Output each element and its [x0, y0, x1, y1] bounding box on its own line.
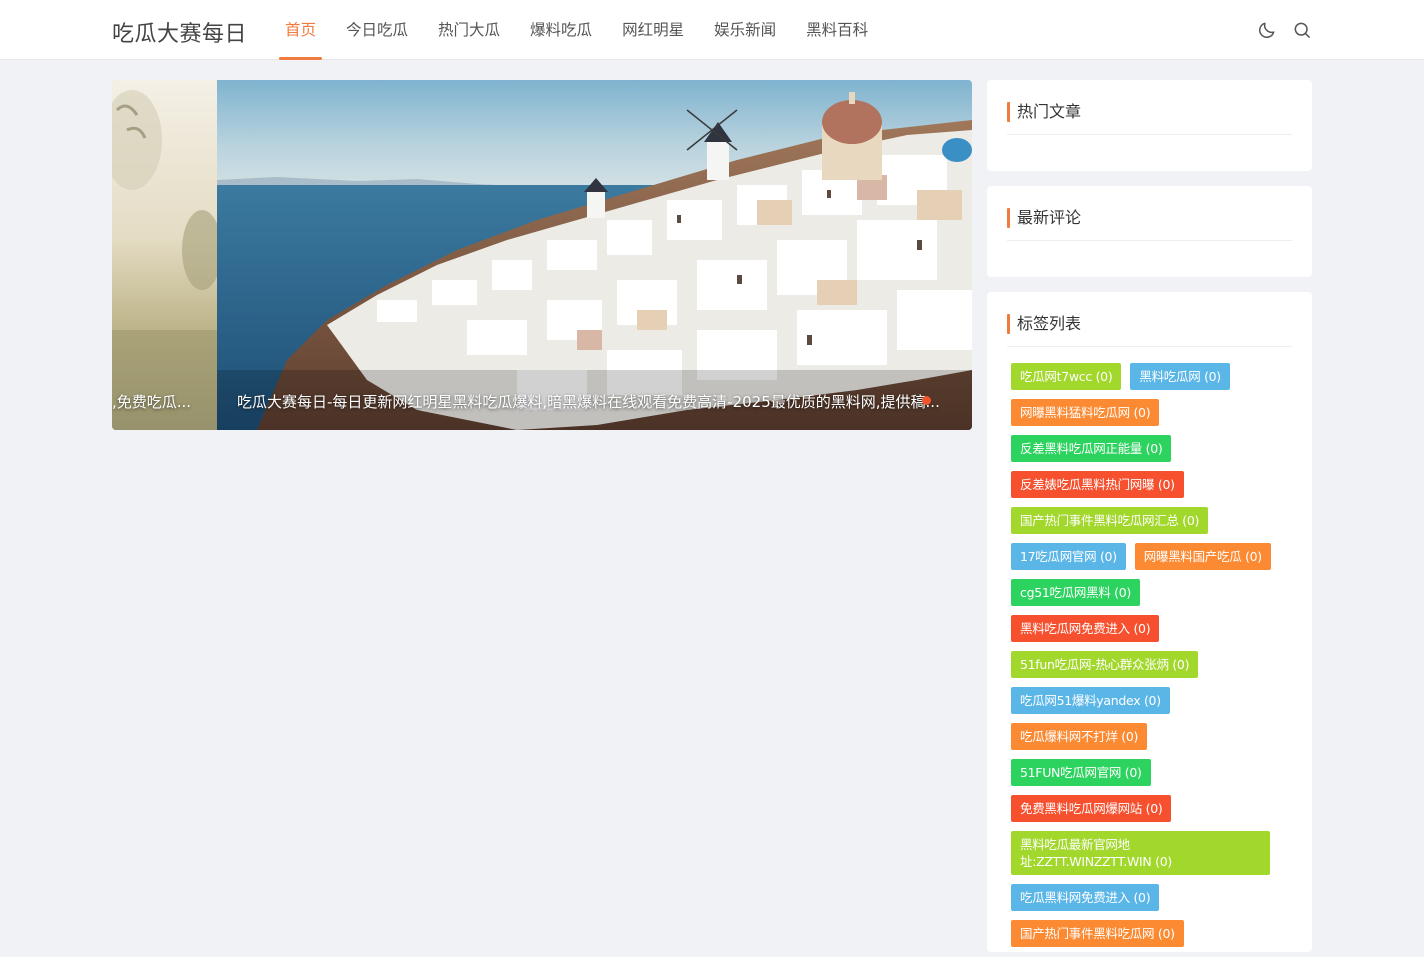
- slide-current-image: [217, 80, 972, 430]
- nav-celebrities[interactable]: 网红明星: [607, 0, 699, 60]
- tag-list: 吃瓜网t7wcc (0) 黑料吃瓜网 (0) 网曝黑料猛料吃瓜网 (0) 反差黑料吃瓜…: [1007, 363, 1292, 957]
- tag-link[interactable]: 吃瓜爆料网不打烊 (0): [1011, 723, 1148, 750]
- nav-leaks[interactable]: 爆料吃瓜: [515, 0, 607, 60]
- tag-link[interactable]: 免费黑料吃瓜网爆网站 (0): [1011, 795, 1172, 822]
- widget-latest-comments-title: 最新评论: [1007, 206, 1292, 241]
- tag-link[interactable]: 反差婊吃瓜黑料热门网曝 (0): [1011, 471, 1184, 498]
- tag-link[interactable]: 国产热门事件黑料吃瓜网 (0): [1011, 920, 1184, 947]
- widget-hot-articles: 热门文章: [987, 80, 1312, 171]
- main-nav: 首页 今日吃瓜 热门大瓜 爆料吃瓜 网红明星 娱乐新闻 黑料百科: [270, 0, 883, 60]
- tag-link[interactable]: 吃瓜黑料网免费进入 (0): [1011, 884, 1160, 911]
- widget-latest-comments: 最新评论: [987, 186, 1312, 277]
- nav-hot[interactable]: 热门大瓜: [423, 0, 515, 60]
- nav-encyclopedia[interactable]: 黑料百科: [791, 0, 883, 60]
- tag-link[interactable]: 吃瓜网51爆料yandex (0): [1011, 687, 1170, 714]
- slide-previous-image: [112, 80, 217, 430]
- slide-current[interactable]: 吃瓜大赛每日-每日更新网红明星黑料吃瓜爆料,暗黑爆料在线观看免费高清-2025最…: [217, 80, 972, 430]
- widget-tags-title: 标签列表: [1007, 312, 1292, 347]
- nav-home[interactable]: 首页: [270, 0, 331, 60]
- nav-today[interactable]: 今日吃瓜: [331, 0, 423, 60]
- tag-link[interactable]: 反差黑料吃瓜网正能量 (0): [1011, 435, 1172, 462]
- slide-previous-caption: ,免费吃瓜...: [112, 393, 192, 411]
- moon-icon[interactable]: [1257, 20, 1277, 40]
- slider-pagination-dot[interactable]: [922, 396, 931, 405]
- slide-current-caption: 吃瓜大赛每日-每日更新网红明星黑料吃瓜爆料,暗黑爆料在线观看免费高清-2025最…: [237, 393, 940, 411]
- tag-link[interactable]: 黑料吃瓜网 (0): [1130, 363, 1230, 390]
- tag-link[interactable]: 网曝黑料猛料吃瓜网 (0): [1011, 399, 1160, 426]
- search-icon[interactable]: [1292, 20, 1312, 40]
- tag-link[interactable]: 黑料吃瓜网免费进入 (0): [1011, 615, 1160, 642]
- tag-link[interactable]: 51fun吃瓜网-热心群众张炳 (0): [1011, 651, 1199, 678]
- slide-previous[interactable]: ,免费吃瓜...: [112, 80, 217, 430]
- tag-link[interactable]: 17吃瓜网官网 (0): [1011, 543, 1126, 570]
- tag-link[interactable]: cg51吃瓜网黑料 (0): [1011, 579, 1140, 606]
- widget-tags: 标签列表 吃瓜网t7wcc (0) 黑料吃瓜网 (0) 网曝黑料猛料吃瓜网 (0) 反…: [987, 292, 1312, 952]
- widget-hot-articles-title: 热门文章: [1007, 100, 1292, 135]
- site-logo[interactable]: 吃瓜大赛每日: [112, 16, 247, 48]
- tag-link[interactable]: 51FUN吃瓜网官网 (0): [1011, 759, 1151, 786]
- tag-link[interactable]: 网曝黑料国产吃瓜 (0): [1134, 543, 1271, 570]
- nav-entertainment[interactable]: 娱乐新闻: [699, 0, 791, 60]
- site-header: 吃瓜大赛每日 首页 今日吃瓜 热门大瓜 爆料吃瓜 网红明星 娱乐新闻 黑料百科: [0, 0, 1424, 60]
- tag-link[interactable]: 黑料吃瓜最新官网地址:ZZTT.WINZZTT.WIN (0): [1011, 831, 1270, 875]
- tag-link[interactable]: 吃瓜网t7wcc (0): [1011, 363, 1122, 390]
- featured-slider[interactable]: ,免费吃瓜... 吃瓜大赛每日-每日更新网红明星黑料吃瓜爆料,暗黑爆料在线观看免…: [112, 80, 972, 430]
- tag-link[interactable]: 国产热门事件黑料吃瓜网汇总 (0): [1011, 507, 1209, 534]
